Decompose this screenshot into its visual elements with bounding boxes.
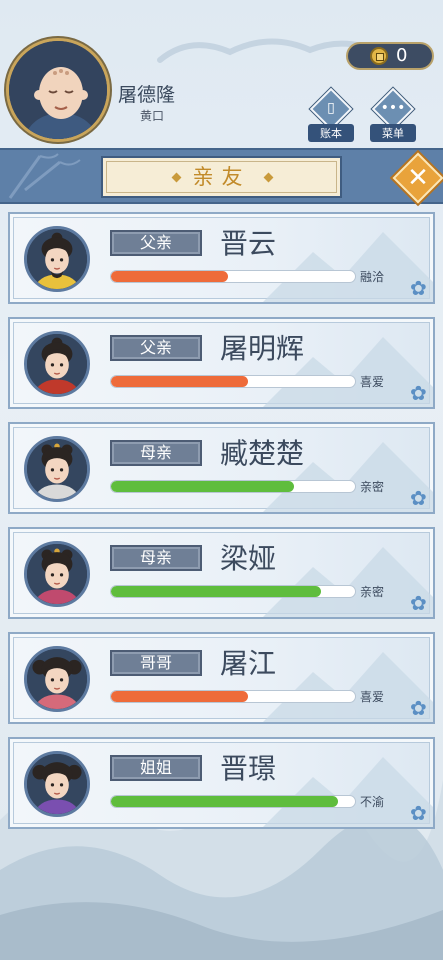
relative-name: 屠江 — [220, 647, 277, 680]
ledger-label: 账本 — [308, 124, 354, 142]
ledger-glyph: ▯ — [327, 100, 335, 116]
affinity-status: 喜爱 — [360, 690, 385, 704]
affinity-status: 融洽 — [360, 270, 385, 284]
affinity-status: 亲密 — [360, 480, 385, 494]
player-avatar[interactable] — [6, 38, 110, 142]
menu-dots: ••• — [380, 100, 406, 116]
currency-display[interactable]: 0 — [346, 42, 434, 70]
affinity-bar — [110, 480, 356, 493]
relative-card[interactable]: 母亲 梁娅 亲密 ✿ — [8, 527, 435, 619]
affinity-bar — [110, 375, 356, 388]
player-header: 屠德隆 黄口 0 ▯ 账本 ••• 菜单 — [0, 0, 443, 150]
relative-card[interactable]: 父亲 晋云 融洽 ✿ — [8, 212, 435, 304]
currency-value: 0 — [396, 45, 408, 66]
menu-label: 菜单 — [370, 124, 416, 142]
relative-portrait — [24, 226, 90, 292]
bamboo-decoration — [8, 153, 81, 199]
relative-portrait — [24, 331, 90, 397]
affinity-fill — [111, 481, 294, 492]
affinity-bar — [110, 585, 356, 598]
relative-card[interactable]: 父亲 屠明辉 喜爱 ✿ — [8, 317, 435, 409]
relation-label: 姐姐 — [110, 755, 202, 781]
affinity-bar — [110, 270, 356, 283]
affinity-bar — [110, 690, 356, 703]
title-banner: 亲友 — [0, 148, 443, 204]
affinity-fill — [111, 691, 248, 702]
menu-button[interactable]: ••• 菜单 — [370, 87, 416, 142]
card-mountain-decoration — [263, 757, 433, 827]
affinity-status: 喜爱 — [360, 375, 385, 389]
relative-card[interactable]: 姐姐 晋璟 不渝 ✿ — [8, 737, 435, 829]
affinity-bar — [110, 795, 356, 808]
player-name: 屠德隆 — [118, 84, 176, 106]
relative-card[interactable]: 哥哥 屠江 喜爱 ✿ — [8, 632, 435, 724]
affinity-status: 亲密 — [360, 585, 385, 599]
relative-portrait — [24, 751, 90, 817]
relative-portrait — [24, 436, 90, 502]
relative-name: 梁娅 — [220, 542, 277, 575]
affinity-fill — [111, 271, 229, 282]
flower-icon: ✿ — [410, 696, 427, 720]
page-title: 亲友 — [192, 165, 251, 189]
relative-portrait — [24, 541, 90, 607]
affinity-fill — [111, 796, 338, 807]
relation-label: 父亲 — [110, 335, 202, 361]
ledger-button[interactable]: ▯ 账本 — [308, 87, 354, 142]
relation-label: 哥哥 — [110, 650, 202, 676]
relation-label: 母亲 — [110, 440, 202, 466]
player-location: 黄口 — [140, 109, 165, 123]
relative-card[interactable]: 母亲 臧楚楚 亲密 ✿ — [8, 422, 435, 514]
flower-icon: ✿ — [410, 276, 427, 300]
relative-name: 晋云 — [220, 227, 277, 260]
flower-icon: ✿ — [410, 801, 427, 825]
relation-label: 父亲 — [110, 230, 202, 256]
relative-name: 臧楚楚 — [220, 437, 305, 470]
card-mountain-decoration — [263, 547, 433, 617]
coin-icon — [370, 47, 388, 65]
relative-portrait — [24, 646, 90, 712]
relative-name: 晋璟 — [220, 752, 277, 785]
player-portrait — [9, 41, 107, 139]
flower-icon: ✿ — [410, 486, 427, 510]
card-mountain-decoration — [263, 652, 433, 722]
relative-name: 屠明辉 — [220, 332, 305, 365]
card-mountain-decoration — [263, 232, 433, 302]
flower-icon: ✿ — [410, 591, 427, 615]
flower-icon: ✿ — [410, 381, 427, 405]
affinity-status: 不渝 — [360, 795, 385, 809]
banner-plate: 亲友 — [101, 156, 342, 198]
affinity-fill — [111, 376, 248, 387]
close-icon[interactable]: ✕ — [400, 158, 436, 198]
relation-label: 母亲 — [110, 545, 202, 571]
affinity-fill — [111, 586, 321, 597]
